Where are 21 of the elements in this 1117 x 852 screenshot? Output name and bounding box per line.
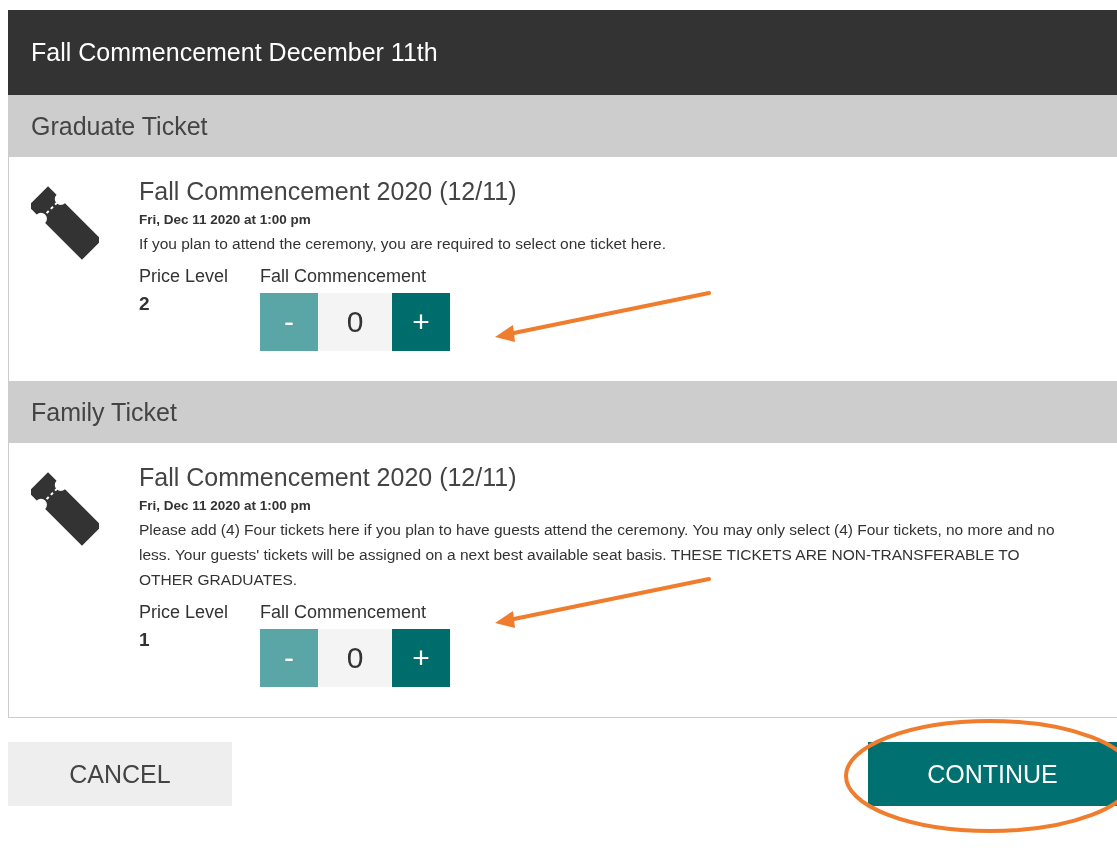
quantity-label: Fall Commencement — [260, 266, 428, 287]
event-title: Fall Commencement 2020 (12/11) — [139, 463, 518, 492]
quantity-label: Fall Commencement — [260, 602, 428, 623]
price-level-label: Price Level — [139, 602, 229, 623]
price-level-label: Price Level — [139, 266, 229, 287]
quantity-value: 0 — [318, 293, 393, 351]
price-level-value: 2 — [139, 293, 151, 315]
event-description: Please add (4) Four tickets here if you plan to have guests attend the ceremony. You may only select (4) Four tickets, no more and no less. Your guests' tickets will be assigned on a next best available seat basis. THESE TICKETS ARE NON-TRANSFERABLE TO OTHER GRADUATES. — [139, 520, 1056, 590]
section-heading: Family Ticket — [8, 381, 1117, 443]
event-date: Fri, Dec 11 2020 at 1:00 pm — [139, 212, 312, 227]
increase-button[interactable]: + — [392, 293, 451, 351]
increase-button[interactable]: + — [392, 629, 451, 687]
dialog-title: Fall Commencement December 11th — [8, 10, 1117, 95]
section-heading: Graduate Ticket — [8, 95, 1117, 157]
cancel-button[interactable]: CANCEL — [8, 742, 232, 806]
event-description: If you plan to attend the ceremony, you are required to select one ticket here. — [139, 234, 668, 254]
price-level-value: 1 — [139, 629, 151, 651]
continue-button[interactable]: CONTINUE — [868, 742, 1117, 806]
quantity-value: 0 — [318, 629, 393, 687]
event-date: Fri, Dec 11 2020 at 1:00 pm — [139, 498, 312, 513]
event-title: Fall Commencement 2020 (12/11) — [139, 177, 518, 206]
